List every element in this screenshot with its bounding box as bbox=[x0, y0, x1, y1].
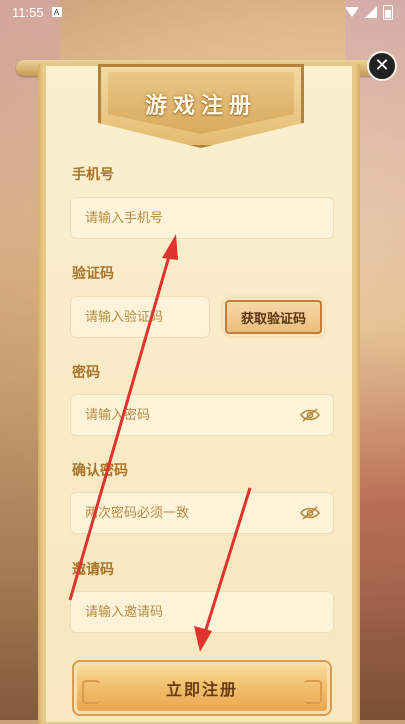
invite-label: 邀请码 bbox=[72, 562, 114, 578]
password-field[interactable] bbox=[70, 394, 334, 436]
signal-icon bbox=[365, 6, 377, 18]
app-notification-icon: A bbox=[51, 7, 62, 17]
password-input[interactable] bbox=[83, 406, 299, 424]
status-time: 11:55 bbox=[12, 4, 44, 20]
phone-input[interactable] bbox=[83, 209, 321, 227]
register-button[interactable]: 立即注册 bbox=[72, 660, 332, 716]
dialog-title: 游戏注册 bbox=[144, 93, 257, 119]
phone-field[interactable] bbox=[70, 197, 334, 239]
code-label: 验证码 bbox=[72, 266, 114, 282]
password-label: 密码 bbox=[72, 365, 100, 381]
close-button[interactable]: ✕ bbox=[367, 51, 397, 81]
close-icon: ✕ bbox=[374, 55, 390, 76]
get-code-button[interactable]: 获取验证码 bbox=[225, 300, 322, 334]
invite-field[interactable] bbox=[70, 591, 334, 633]
code-input[interactable] bbox=[83, 308, 197, 326]
code-field[interactable] bbox=[70, 296, 210, 338]
eye-off-icon[interactable] bbox=[299, 404, 321, 426]
confirm-label: 确认密码 bbox=[72, 463, 128, 479]
wifi-icon bbox=[345, 7, 359, 17]
register-button-label: 立即注册 bbox=[165, 680, 238, 699]
confirm-field[interactable] bbox=[70, 492, 334, 534]
status-bar: 11:55 A bbox=[0, 0, 405, 24]
button-ornament-left bbox=[82, 680, 100, 704]
phone-label: 手机号 bbox=[72, 167, 114, 183]
battery-icon bbox=[383, 4, 393, 20]
eye-off-icon[interactable] bbox=[299, 502, 321, 524]
confirm-input[interactable] bbox=[83, 504, 299, 522]
button-ornament-right bbox=[304, 680, 322, 704]
invite-input[interactable] bbox=[83, 603, 321, 621]
